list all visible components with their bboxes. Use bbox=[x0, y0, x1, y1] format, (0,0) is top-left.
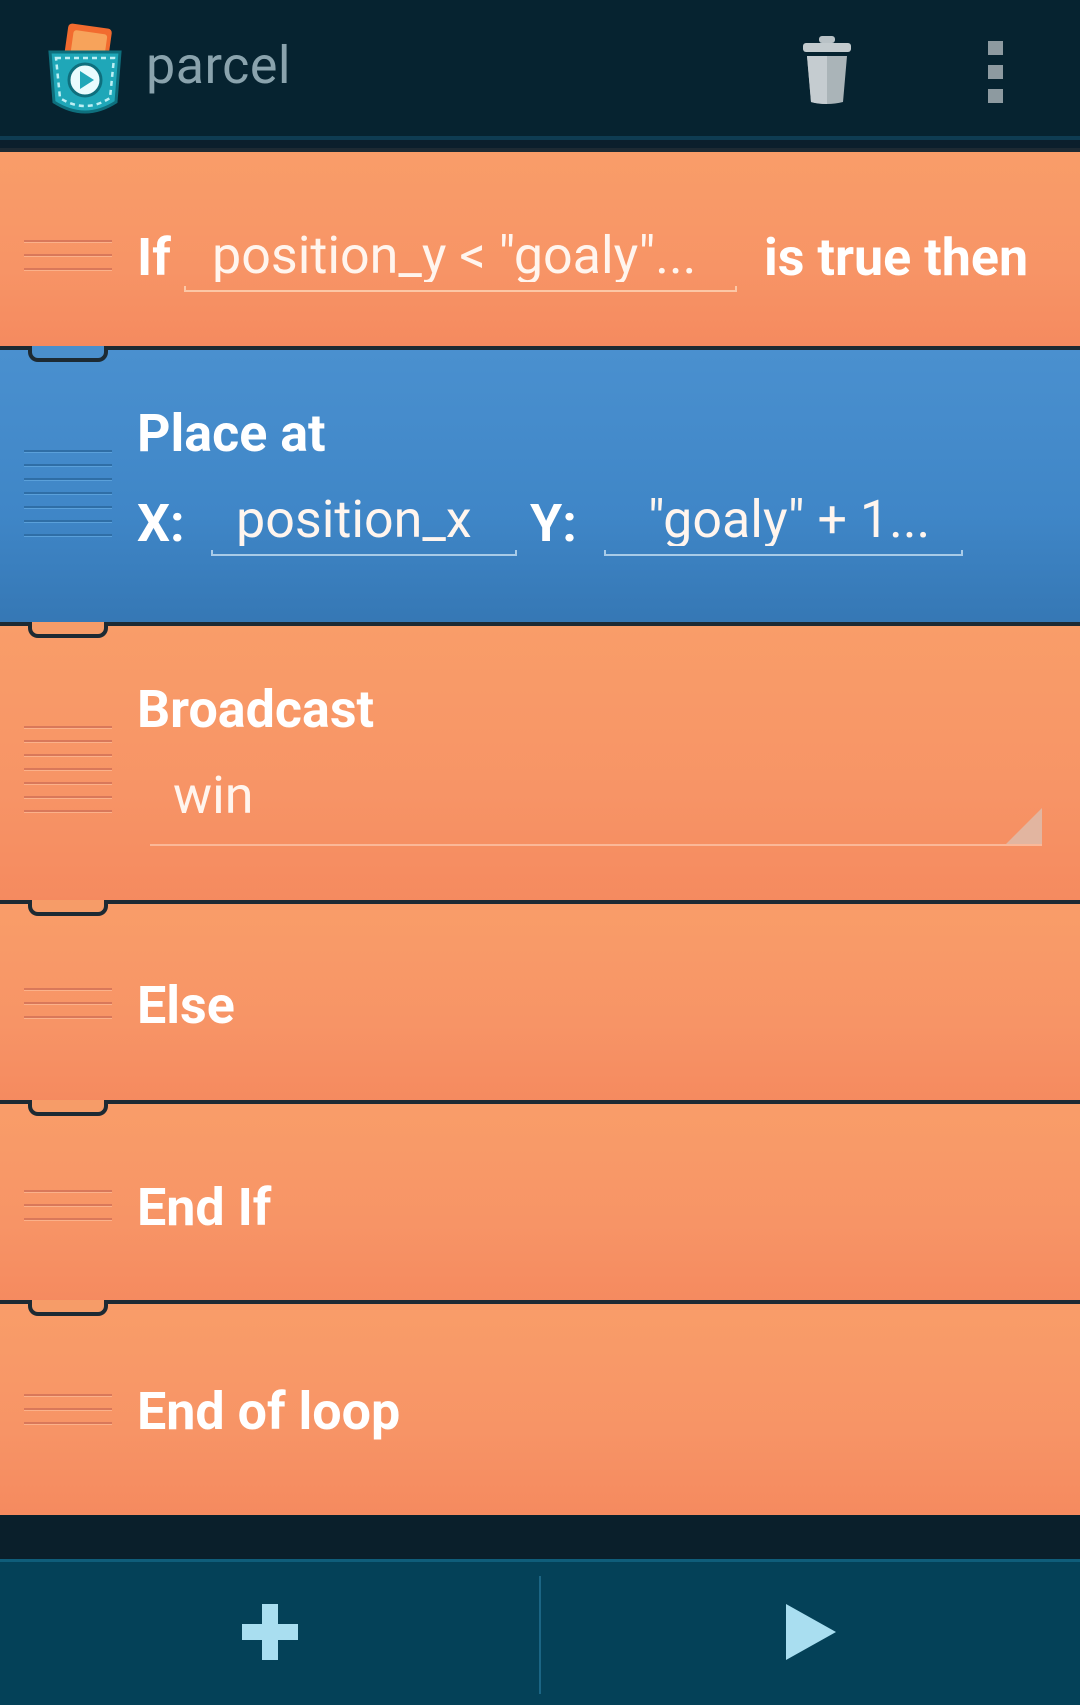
else-title: Else bbox=[137, 975, 235, 1036]
if-label: If bbox=[137, 227, 171, 288]
overflow-menu-button[interactable] bbox=[970, 32, 1020, 112]
brick-connector bbox=[28, 1100, 108, 1116]
broadcast-message-spinner[interactable]: win bbox=[173, 770, 873, 822]
plus-icon bbox=[240, 1602, 300, 1666]
spinner-underline bbox=[150, 844, 1042, 846]
if-condition-underline bbox=[184, 286, 737, 292]
overflow-dot bbox=[987, 89, 1003, 103]
trash-icon bbox=[801, 34, 853, 110]
app-title: parcel bbox=[146, 35, 292, 96]
delete-button[interactable] bbox=[790, 30, 864, 114]
place-at-brick[interactable]: Place at X: position_x Y: "goaly" + 1... bbox=[0, 346, 1080, 626]
drag-handle-icon[interactable] bbox=[24, 450, 112, 548]
drag-handle-icon[interactable] bbox=[24, 988, 112, 1030]
bottom-bar bbox=[0, 1559, 1080, 1705]
x-value-underline bbox=[211, 550, 517, 556]
drag-handle-icon[interactable] bbox=[24, 726, 112, 824]
brick-connector bbox=[28, 1300, 108, 1316]
play-button[interactable] bbox=[541, 1562, 1080, 1705]
if-condition-field[interactable]: position_y < "goaly"... bbox=[212, 230, 732, 282]
else-brick[interactable]: Else bbox=[0, 900, 1080, 1104]
end-if-title: End If bbox=[137, 1177, 272, 1238]
y-value-field[interactable]: "goaly" + 1... bbox=[648, 494, 948, 546]
broadcast-title: Broadcast bbox=[137, 679, 375, 740]
end-if-brick[interactable]: End If bbox=[0, 1100, 1080, 1304]
brick-connector bbox=[28, 346, 108, 362]
if-brick[interactable]: If position_y < "goaly"... is true then bbox=[0, 148, 1080, 348]
drag-handle-icon[interactable] bbox=[24, 240, 112, 282]
overflow-dot bbox=[987, 65, 1003, 79]
drag-handle-icon[interactable] bbox=[24, 1190, 112, 1232]
end-of-loop-title: End of loop bbox=[137, 1381, 401, 1442]
add-brick-button[interactable] bbox=[0, 1562, 539, 1705]
broadcast-brick[interactable]: Broadcast win bbox=[0, 622, 1080, 904]
overflow-dot bbox=[987, 41, 1003, 55]
is-true-then-label: is true then bbox=[764, 227, 1029, 288]
x-value-field[interactable]: position_x bbox=[236, 494, 506, 546]
brick-connector bbox=[28, 622, 108, 638]
action-bar: parcel bbox=[0, 0, 1080, 140]
x-label: X: bbox=[137, 493, 185, 554]
dropdown-arrow-icon[interactable] bbox=[1006, 808, 1042, 844]
end-of-loop-brick[interactable]: End of loop bbox=[0, 1300, 1080, 1515]
y-value-underline bbox=[604, 550, 963, 556]
y-label: Y: bbox=[530, 493, 577, 554]
place-at-title: Place at bbox=[137, 403, 326, 464]
brick-connector bbox=[28, 900, 108, 916]
drag-handle-icon[interactable] bbox=[24, 1394, 112, 1436]
play-icon bbox=[784, 1602, 838, 1666]
script-list-background bbox=[0, 1515, 1080, 1559]
app-logo-icon[interactable] bbox=[44, 22, 126, 122]
